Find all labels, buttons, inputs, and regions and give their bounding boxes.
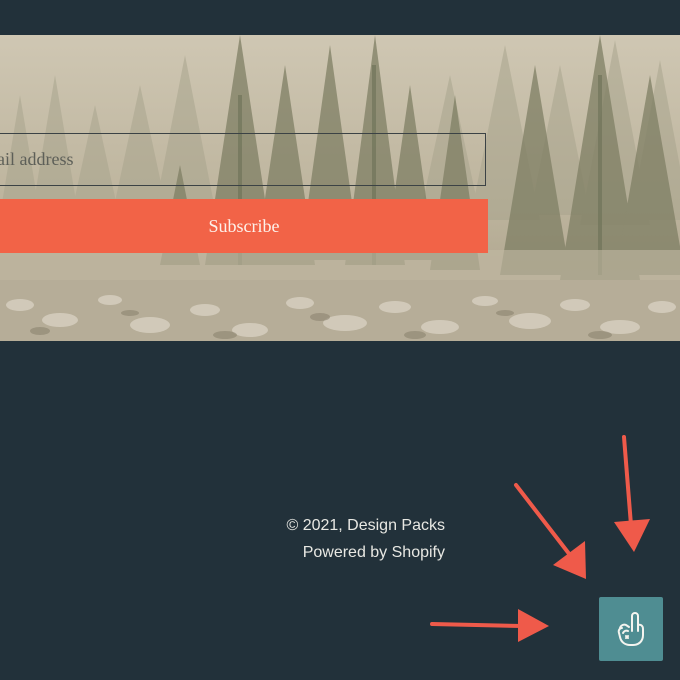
subscribe-button[interactable]: Subscribe — [0, 199, 488, 253]
arrow-diagonal-icon — [514, 483, 586, 579]
email-field[interactable]: ail address — [0, 133, 486, 186]
newsletter-banner: ail address Subscribe — [0, 35, 680, 341]
hand-pointing-up-icon — [617, 612, 644, 646]
powered-by-link[interactable]: Powered by Shopify — [303, 544, 445, 562]
accessibility-widget-button[interactable] — [599, 597, 663, 661]
email-placeholder: ail address — [0, 149, 74, 169]
page: ail address Subscribe © 2021, Design Pac… — [0, 0, 680, 680]
copyright-text: © 2021, Design Packs — [286, 517, 445, 534]
forest-background-image — [0, 35, 680, 341]
arrow-vertical-icon — [614, 435, 650, 552]
arrow-horizontal-icon — [430, 609, 549, 642]
